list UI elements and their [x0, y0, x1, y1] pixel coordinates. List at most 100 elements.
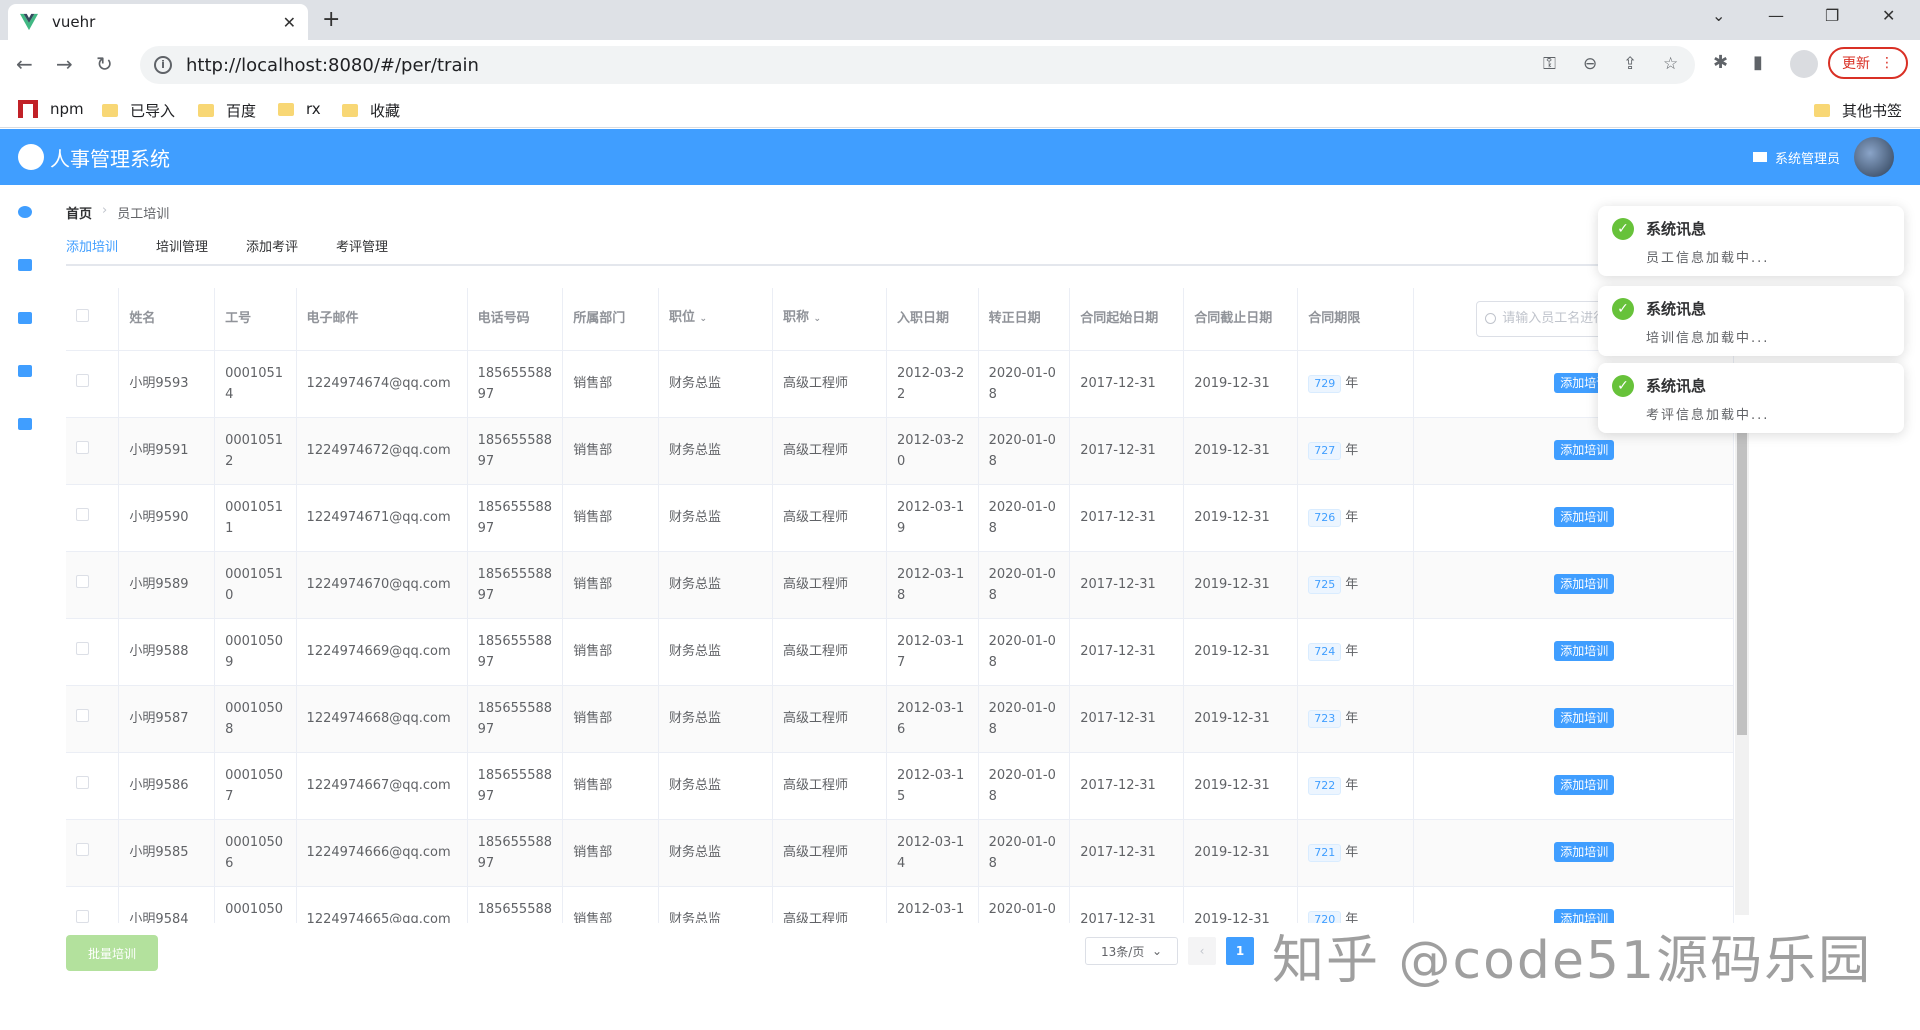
browser-tab[interactable]: vuehr ✕	[8, 4, 308, 40]
scrollbar-thumb[interactable]	[1737, 425, 1747, 735]
money-icon[interactable]	[18, 312, 32, 324]
cell-title: 高级工程师	[772, 618, 887, 686]
table-row[interactable]: 小明9585 0001050 6 1224974666@qq.com 185655…	[66, 819, 1734, 887]
row-checkbox[interactable]	[76, 575, 89, 588]
windows-icon[interactable]	[18, 418, 32, 430]
table-row[interactable]: 小明9588 0001050 9 1224974669@qq.com 185655…	[66, 618, 1734, 686]
browser-toolbar: ← → ↻ i http://localhost:8080/#/per/trai…	[0, 40, 1920, 90]
prev-page-button[interactable]: ‹	[1188, 937, 1216, 965]
back-icon[interactable]: ←	[16, 52, 33, 76]
cell-dept: 销售部	[562, 752, 659, 820]
notification-message: 培训信息加载中...	[1646, 331, 1770, 346]
user-avatar[interactable]	[1854, 137, 1894, 177]
bookmark-star-icon[interactable]: ☆	[1663, 54, 1678, 74]
add-training-button[interactable]: 添加培训	[1554, 507, 1615, 527]
cell-contract-end: 2019-12-31	[1183, 752, 1299, 820]
bookmark-rx[interactable]: rx	[278, 100, 321, 118]
table-scrollbar[interactable]	[1735, 425, 1749, 915]
cell-conversion-date: 2020-01-08	[978, 886, 1071, 923]
tab-title: vuehr	[52, 13, 96, 31]
zoom-icon[interactable]: ⊖	[1583, 54, 1597, 74]
add-training-button[interactable]: 添加培训	[1554, 708, 1615, 728]
row-checkbox[interactable]	[76, 642, 89, 655]
breadcrumb-home[interactable]: 首页	[66, 203, 92, 222]
update-button[interactable]: 更新 ⋮	[1828, 47, 1908, 79]
tab-close-icon[interactable]: ✕	[283, 13, 296, 32]
col-title[interactable]: 职称 ⌄	[772, 288, 887, 351]
site-info-icon[interactable]: i	[154, 56, 172, 74]
add-training-button[interactable]: 添加培训	[1554, 440, 1615, 460]
bookmark-imported[interactable]: 已导入	[102, 100, 175, 121]
bookmark-label: 收藏	[370, 102, 401, 120]
bookmark-favorites[interactable]: 收藏	[342, 100, 400, 121]
restore-icon[interactable]: ❐	[1825, 6, 1839, 25]
bookmark-npm[interactable]: npm	[18, 100, 84, 118]
bookmark-other[interactable]: 其他书签	[1814, 100, 1902, 121]
cell-begin-date: 2012-03-1 9	[886, 484, 979, 552]
select-all-checkbox[interactable]	[76, 309, 89, 323]
tab-search-icon[interactable]: ⌄	[1712, 6, 1725, 25]
page-size-select[interactable]: 13条/页 ⌄	[1085, 937, 1178, 965]
user-icon[interactable]	[18, 206, 32, 218]
row-checkbox[interactable]	[76, 709, 89, 722]
row-checkbox[interactable]	[76, 374, 89, 387]
success-check-icon: ✓	[1612, 298, 1634, 320]
table-row[interactable]: 小明9590 0001051 1 1224974671@qq.com 185655…	[66, 484, 1734, 552]
term-unit: 年	[1345, 577, 1359, 592]
table-row[interactable]: 小明9587 0001050 8 1224974668@qq.com 185655…	[66, 685, 1734, 753]
key-icon[interactable]: ⚿	[1543, 54, 1556, 74]
bookmark-baidu[interactable]: 百度	[198, 100, 256, 121]
cell-dept: 销售部	[562, 350, 659, 418]
new-tab-icon[interactable]: +	[322, 8, 340, 32]
cell-contract-term: 724 年	[1297, 618, 1415, 686]
col-position[interactable]: 职位 ⌄	[658, 288, 773, 351]
id-card-icon[interactable]	[18, 259, 32, 271]
cell-conversion-date: 2020-01-08	[978, 551, 1071, 619]
row-checkbox[interactable]	[76, 843, 89, 856]
table-row[interactable]: 小明9591 0001051 2 1224974672@qq.com 185655…	[66, 417, 1734, 485]
notification-toast[interactable]: ✓ 系统讯息 考评信息加载中...	[1598, 363, 1904, 433]
page-button-current[interactable]: 1	[1226, 937, 1254, 965]
row-checkbox[interactable]	[76, 441, 89, 454]
profile-avatar[interactable]	[1790, 50, 1818, 78]
extensions-icon[interactable]: ✱	[1713, 52, 1728, 73]
table-row[interactable]: 小明9593 0001051 4 1224974674@qq.com 185655…	[66, 350, 1734, 418]
share-icon[interactable]: ⇪	[1623, 54, 1637, 74]
mail-icon[interactable]	[1752, 152, 1767, 162]
add-training-button[interactable]: 添加培训	[1554, 775, 1615, 795]
search-icon	[1485, 313, 1497, 325]
add-training-button[interactable]: 添加培训	[1554, 574, 1615, 594]
user-menu[interactable]: 系统管理员	[1752, 137, 1894, 177]
cell-begin-date: 2012-03-1 5	[886, 752, 979, 820]
table-row[interactable]: 小明9586 0001050 7 1224974667@qq.com 185655…	[66, 752, 1734, 820]
add-training-button[interactable]: 添加培训	[1554, 641, 1615, 661]
add-training-button[interactable]: 添加培训	[1554, 842, 1615, 862]
cell-contract-term: 725 年	[1297, 551, 1415, 619]
table-row[interactable]: 小明9589 0001051 0 1224974670@qq.com 185655…	[66, 551, 1734, 619]
row-checkbox[interactable]	[76, 776, 89, 789]
cell-email: 1224974669@qq.com	[296, 618, 468, 686]
address-bar[interactable]: i http://localhost:8080/#/per/train	[140, 46, 1695, 84]
update-label: 更新	[1842, 56, 1870, 72]
row-checkbox[interactable]	[76, 910, 89, 923]
forward-icon[interactable]: →	[56, 52, 73, 76]
cell-email: 1224974671@qq.com	[296, 484, 468, 552]
tab-add-training[interactable]: 添加培训	[66, 236, 119, 266]
tab-training-manage[interactable]: 培训管理	[156, 236, 208, 266]
minimize-icon[interactable]: —	[1768, 6, 1784, 25]
tab-add-appraisal[interactable]: 添加考评	[246, 236, 298, 266]
chart-icon[interactable]	[18, 365, 32, 377]
row-checkbox[interactable]	[76, 508, 89, 521]
notification-toast[interactable]: ✓ 系统讯息 员工信息加载中...	[1598, 206, 1904, 276]
cell-phone: 18565558897	[467, 484, 564, 552]
menu-dots-icon[interactable]: ⋮	[1880, 55, 1894, 71]
tab-appraisal-manage[interactable]: 考评管理	[336, 236, 388, 266]
col-conversion-date: 转正日期	[978, 288, 1071, 351]
side-panel-icon[interactable]: ▮	[1753, 52, 1763, 73]
cell-begin-date: 2012-03-1 8	[886, 551, 979, 619]
cell-phone: 18565558897	[467, 819, 564, 887]
reload-icon[interactable]: ↻	[96, 52, 113, 76]
window-close-icon[interactable]: ✕	[1882, 6, 1895, 25]
batch-training-button[interactable]: 批量培训	[66, 935, 158, 971]
notification-toast[interactable]: ✓ 系统讯息 培训信息加载中...	[1598, 286, 1904, 356]
